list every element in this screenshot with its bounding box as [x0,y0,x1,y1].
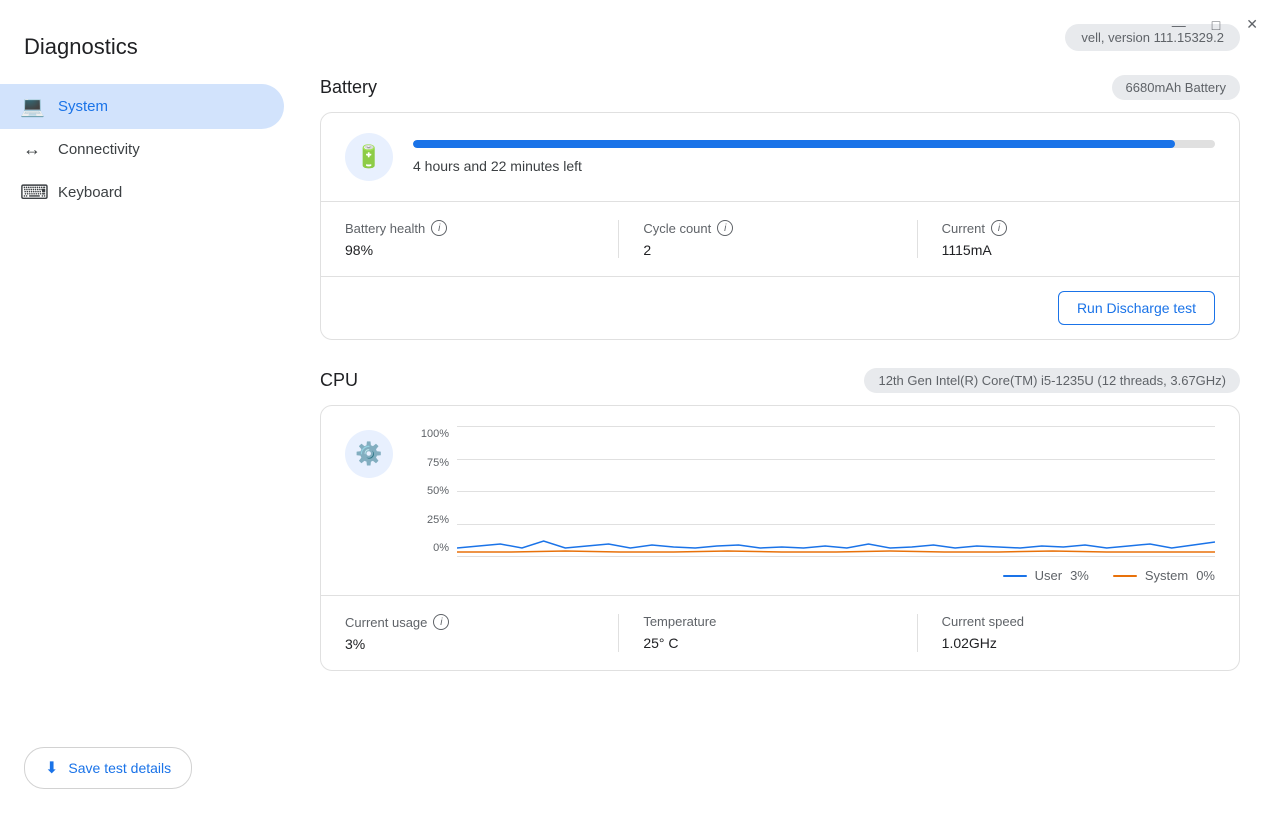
chart-y-labels: 100% 75% 50% 25% 0% [413,426,449,556]
cpu-speed-label: Current speed [942,614,1191,629]
app-container: Diagnostics 💻 System ↔ Connectivity ⌨ Ke… [0,0,1280,833]
chart-legend: User 3% System 0% [413,562,1215,595]
maximize-button[interactable]: □ [1208,14,1224,35]
save-test-details-button[interactable]: ⬇ Save test details [24,747,192,789]
battery-card: 🔋 4 hours and 22 minutes left Battery he… [320,112,1240,340]
legend-system-value: 0% [1196,568,1215,583]
cpu-stats: Current usage i 3% Temperature 25° C Cur… [321,595,1239,670]
chart-y-25: 25% [413,514,449,526]
cpu-top: ⚙️ 100% 75% 50% 25% 0% [321,406,1239,595]
legend-user-value: 3% [1070,568,1089,583]
battery-progress-bg [413,140,1215,148]
download-icon: ⬇ [45,758,58,778]
battery-capacity-badge: 6680mAh Battery [1112,75,1240,100]
current-col: Current i 1115mA [942,220,1215,258]
chart-y-100: 100% [413,428,449,440]
sidebar-item-system[interactable]: 💻 System [0,84,284,129]
battery-time-remaining: 4 hours and 22 minutes left [413,158,1215,174]
cpu-speed-col: Current speed 1.02GHz [942,614,1215,652]
sidebar-item-keyboard[interactable]: ⌨ Keyboard [0,170,284,215]
main-content: vell, version 111.15329.2 Battery 6680mA… [300,0,1280,833]
cpu-section-header: CPU 12th Gen Intel(R) Core(TM) i5-1235U … [320,368,1240,393]
battery-health-value: 98% [345,242,594,258]
system-icon: 💻 [20,94,44,119]
battery-top: 🔋 4 hours and 22 minutes left [321,113,1239,201]
chart-y-50: 50% [413,485,449,497]
cpu-usage-value: 3% [345,636,594,652]
sidebar-item-connectivity-label: Connectivity [58,141,140,158]
battery-health-info-icon[interactable]: i [431,220,447,236]
cycle-count-col: Cycle count i 2 [643,220,917,258]
discharge-row: Run Discharge test [321,276,1239,339]
cpu-chart-area: 100% 75% 50% 25% 0% [413,426,1215,556]
cpu-icon: ⚙️ [355,441,382,467]
grid-line-0 [457,556,1215,557]
titlebar: — □ ✕ [1150,0,1280,49]
cpu-badge: 12th Gen Intel(R) Core(TM) i5-1235U (12 … [864,368,1240,393]
legend-user: User 3% [1003,568,1089,583]
sidebar: Diagnostics 💻 System ↔ Connectivity ⌨ Ke… [0,0,300,833]
save-btn-label: Save test details [68,760,171,776]
sidebar-item-connectivity[interactable]: ↔ Connectivity [0,129,284,170]
cpu-card: ⚙️ 100% 75% 50% 25% 0% [320,405,1240,671]
cycle-count-info-icon[interactable]: i [717,220,733,236]
current-label: Current i [942,220,1191,236]
chart-y-75: 75% [413,457,449,469]
battery-section-header: Battery 6680mAh Battery [320,75,1240,100]
cpu-temp-col: Temperature 25° C [643,614,917,652]
chart-y-0: 0% [413,542,449,554]
sidebar-item-keyboard-label: Keyboard [58,184,122,201]
legend-user-label: User [1035,568,1062,583]
current-value: 1115mA [942,242,1191,258]
app-title: Diagnostics [0,24,300,84]
battery-progress-fill [413,140,1175,148]
legend-system: System 0% [1113,568,1215,583]
legend-system-line [1113,575,1137,577]
connectivity-icon: ↔ [20,139,44,160]
legend-system-label: System [1145,568,1188,583]
keyboard-icon: ⌨ [20,180,44,205]
battery-health-label: Battery health i [345,220,594,236]
sidebar-bottom: ⬇ Save test details [0,727,300,809]
close-button[interactable]: ✕ [1242,14,1262,35]
cpu-icon-wrap: ⚙️ [345,430,393,478]
cpu-usage-label: Current usage i [345,614,594,630]
cpu-usage-col: Current usage i 3% [345,614,619,652]
cpu-usage-info-icon[interactable]: i [433,614,449,630]
legend-user-line [1003,575,1027,577]
battery-icon: 🔋 [355,144,382,170]
battery-stats: Battery health i 98% Cycle count i 2 Cur… [321,201,1239,276]
battery-section-title: Battery [320,77,377,98]
cpu-chart-container: 100% 75% 50% 25% 0% [413,426,1215,595]
sidebar-item-system-label: System [58,98,108,115]
run-discharge-test-button[interactable]: Run Discharge test [1058,291,1215,325]
cpu-section-title: CPU [320,370,358,391]
cpu-chart-svg [457,426,1215,556]
battery-icon-wrap: 🔋 [345,133,393,181]
cpu-temp-value: 25° C [643,635,892,651]
cpu-speed-value: 1.02GHz [942,635,1191,651]
cpu-temp-label: Temperature [643,614,892,629]
current-info-icon[interactable]: i [991,220,1007,236]
cycle-count-value: 2 [643,242,892,258]
cycle-count-label: Cycle count i [643,220,892,236]
minimize-button[interactable]: — [1168,14,1190,35]
battery-health-col: Battery health i 98% [345,220,619,258]
battery-bar-wrap: 4 hours and 22 minutes left [413,140,1215,174]
